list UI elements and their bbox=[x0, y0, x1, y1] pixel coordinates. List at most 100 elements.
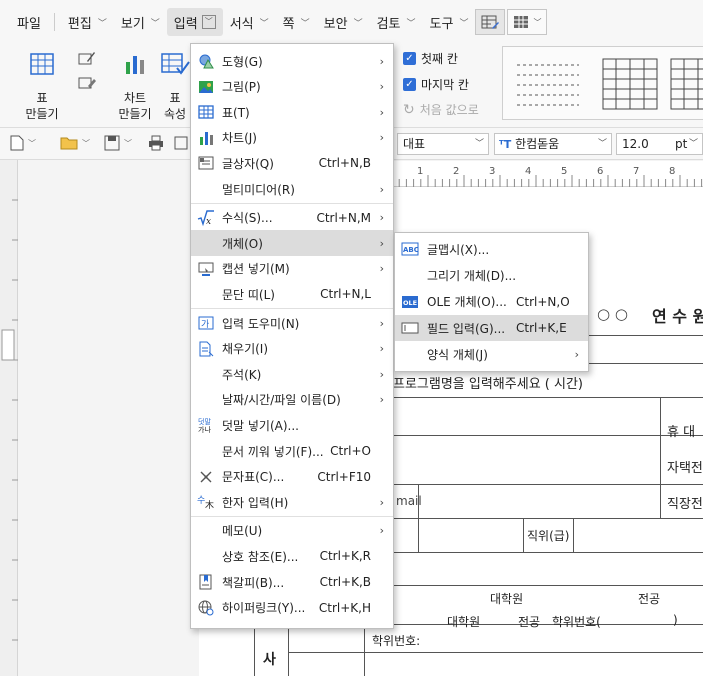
menu-security[interactable]: 보안 ﹀ bbox=[317, 8, 370, 36]
symbol-icon bbox=[197, 468, 215, 486]
chart-icon bbox=[197, 129, 215, 147]
major-label: 전공 bbox=[518, 615, 541, 629]
shortcut-label: Ctrl+K,E bbox=[516, 321, 567, 336]
chevron-right-icon: › bbox=[379, 316, 384, 330]
menu-item-label: 도형(G) bbox=[222, 54, 263, 69]
table-line bbox=[288, 624, 289, 676]
chevron-right-icon: › bbox=[379, 211, 384, 225]
create-chart-button[interactable]: 차트 만들기 bbox=[113, 52, 157, 122]
ruler-number: 1 bbox=[417, 166, 423, 177]
menu-item-18[interactable]: 메모(U) › bbox=[191, 518, 393, 544]
table-design-tab-button[interactable] bbox=[475, 9, 506, 35]
menu-separator bbox=[191, 515, 393, 517]
menu-item-13[interactable]: 날짜/시간/파일 이름(D) › bbox=[191, 387, 393, 413]
menu-item-label: 주석(K) bbox=[222, 367, 262, 382]
menu-item-17[interactable]: 수 木 한자 입력(H) › bbox=[191, 489, 393, 515]
menu-item-label: 그림(P) bbox=[222, 80, 261, 95]
menu-item-8[interactable]: 캡션 넣기(M) › bbox=[191, 256, 393, 282]
mobile-phone-label: 휴 대 bbox=[667, 425, 696, 440]
checkbox-checked-icon: ✓ bbox=[403, 52, 416, 65]
svg-text:x: x bbox=[206, 217, 211, 227]
menu-item-12[interactable]: 주석(K) › bbox=[191, 361, 393, 387]
menu-page[interactable]: 쪽 ﹀ bbox=[276, 8, 317, 36]
print-button[interactable] bbox=[148, 135, 164, 151]
row-header-label: 사 bbox=[263, 652, 276, 668]
chevron-right-icon: › bbox=[379, 262, 384, 276]
menu-input[interactable]: 입력 ﹀ bbox=[166, 8, 223, 36]
program-name-line: 프로그램명을 입력해주세요 ( 시간) bbox=[393, 377, 583, 392]
menu-item-4[interactable]: 글상자(Q) Ctrl+N,B bbox=[191, 150, 393, 176]
menu-page-label: 쪽 bbox=[282, 16, 295, 32]
menu-item-label: 차트(J) bbox=[222, 131, 257, 146]
overlay-text-icon: 덧말 가나 bbox=[197, 416, 215, 434]
menu-item-11[interactable]: 채우기(I) › bbox=[191, 336, 393, 362]
submenu-item-2[interactable]: OLE OLE 개체(O)... Ctrl+N,O bbox=[395, 289, 588, 315]
menu-item-1[interactable]: 그림(P) › bbox=[191, 74, 393, 100]
print-icon bbox=[149, 135, 163, 151]
submenu-item-1[interactable]: 그리기 개체(D)... bbox=[395, 262, 588, 288]
table-properties-button[interactable]: 표 속성 bbox=[158, 52, 192, 122]
menu-item-20[interactable]: 책갈피(B)... Ctrl+K,B bbox=[191, 569, 393, 595]
menu-tools[interactable]: 도구 ﹀ bbox=[423, 8, 476, 36]
save-button[interactable]: ﹀ bbox=[104, 135, 132, 151]
new-document-button[interactable]: ﹀ bbox=[10, 135, 36, 151]
table-layout-icon bbox=[514, 16, 529, 28]
menu-item-10[interactable]: 가 입력 도우미(N) › bbox=[191, 310, 393, 336]
menu-security-label: 보안 bbox=[323, 16, 348, 32]
font-select[interactable]: ᵀT 한컴돋움 ﹀ bbox=[494, 133, 612, 155]
table-layout-tab-button[interactable]: ﹀ bbox=[507, 9, 548, 35]
chevron-down-icon: ﹀ bbox=[474, 139, 484, 149]
grad-school-label: 대학원 bbox=[490, 592, 524, 606]
menu-file[interactable]: 파일 bbox=[10, 8, 48, 36]
menu-format[interactable]: 서식 ﹀ bbox=[223, 8, 276, 36]
input-menu: 도형(G) › 그림(P) › 표(T) › 차트(J) › 글상자(Q) Ctrl+N,B 멀티미… bbox=[190, 43, 394, 629]
shortcut-label: Ctrl+N,B bbox=[318, 156, 371, 171]
table-styles-gallery[interactable] bbox=[502, 46, 703, 120]
menu-edit[interactable]: 편집 ﹀ bbox=[61, 8, 114, 36]
menu-item-14[interactable]: 덧말 가나 덧말 넣기(A)... bbox=[191, 412, 393, 438]
menu-item-15[interactable]: 문서 끼워 넣기(F)... Ctrl+O bbox=[191, 438, 393, 464]
menu-edit-label: 편집 bbox=[67, 16, 92, 32]
horizontal-ruler[interactable]: 1 2 3 4 5 6 7 8 bbox=[390, 161, 703, 187]
font-select-value: 한컴돋움 bbox=[515, 137, 560, 151]
font-size-select[interactable]: 12.0 pt ﹀ bbox=[616, 133, 703, 155]
chevron-right-icon: › bbox=[574, 348, 579, 362]
submenu-item-4[interactable]: 양식 개체(J) › bbox=[395, 342, 588, 368]
menu-item-7[interactable]: 개체(O) › bbox=[191, 230, 393, 257]
draw-table-icon[interactable] bbox=[78, 50, 96, 66]
menu-item-19[interactable]: 상호 참조(E)... Ctrl+K,R bbox=[191, 543, 393, 569]
menu-item-3[interactable]: 차트(J) › bbox=[191, 125, 393, 151]
formula-icon: x bbox=[197, 209, 215, 227]
home-phone-label: 자택전 bbox=[667, 461, 703, 476]
submenu-item-3[interactable]: 필드 입력(G)... Ctrl+K,E bbox=[395, 315, 588, 342]
table-line bbox=[394, 552, 703, 553]
svg-text:木: 木 bbox=[205, 499, 214, 511]
caption-icon bbox=[197, 260, 215, 278]
menu-item-label: 날짜/시간/파일 이름(D) bbox=[222, 393, 341, 408]
chevron-right-icon: › bbox=[379, 495, 384, 509]
menu-item-label: 한자 입력(H) bbox=[222, 495, 289, 510]
menu-item-label: 책갈피(B)... bbox=[222, 575, 285, 590]
vertical-ruler[interactable] bbox=[0, 160, 18, 676]
menu-item-0[interactable]: 도형(G) › bbox=[191, 48, 393, 74]
menu-item-2[interactable]: 표(T) › bbox=[191, 99, 393, 125]
reset-style-button[interactable]: ↻ 처음 값으로 bbox=[403, 101, 479, 118]
menu-item-5[interactable]: 멀티미디어(R) › bbox=[191, 176, 393, 202]
first-column-checkbox[interactable]: ✓ 첫째 칸 bbox=[403, 50, 458, 67]
menu-item-16[interactable]: 문자표(C)... Ctrl+F10 bbox=[191, 464, 393, 490]
ruler-number: 2 bbox=[453, 166, 459, 177]
last-column-checkbox[interactable]: ✓ 마지막 칸 bbox=[403, 76, 469, 93]
menu-item-21[interactable]: 하이퍼링크(Y)... Ctrl+K,H bbox=[191, 595, 393, 621]
menu-item-6[interactable]: x 수식(S)... Ctrl+N,M › bbox=[191, 205, 393, 231]
menu-item-9[interactable]: 문단 띠(L) Ctrl+N,L bbox=[191, 281, 393, 307]
menu-review[interactable]: 검토 ﹀ bbox=[370, 8, 423, 36]
style-select[interactable]: 대표 ﹀ bbox=[397, 133, 489, 155]
hyperlink-icon bbox=[197, 599, 215, 617]
picture-icon bbox=[197, 78, 215, 96]
field-icon bbox=[401, 320, 419, 336]
submenu-item-0[interactable]: ABC 글맵시(X)... bbox=[395, 236, 588, 262]
menu-view[interactable]: 보기 ﹀ bbox=[114, 8, 167, 36]
preview-button[interactable] bbox=[174, 135, 188, 151]
open-document-button[interactable]: ﹀ bbox=[60, 135, 90, 151]
erase-table-icon[interactable] bbox=[78, 74, 96, 90]
